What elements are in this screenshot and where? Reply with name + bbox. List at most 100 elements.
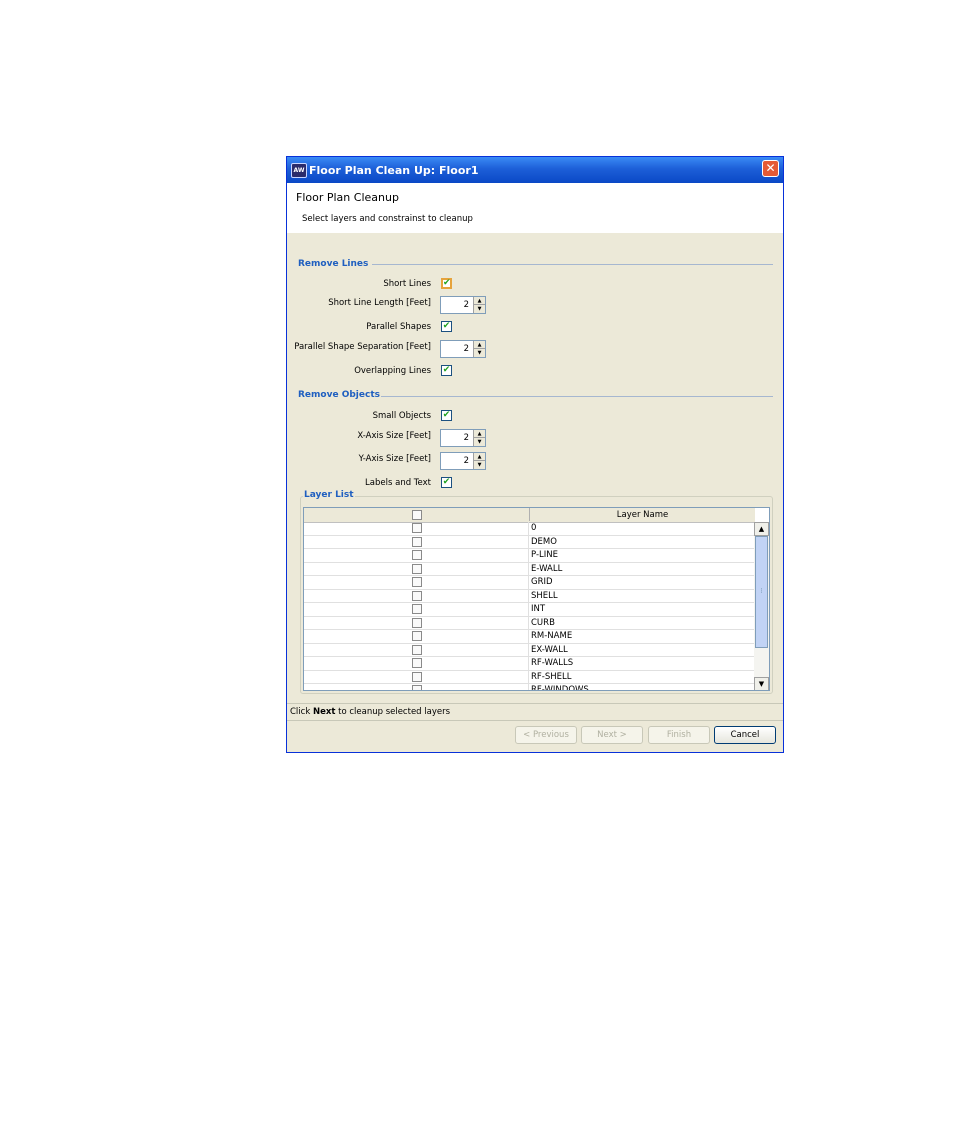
layer-name-cell: E-WALL xyxy=(531,563,563,574)
layer-name-cell: EX-WALL xyxy=(531,644,568,655)
layer-table: Layer Name 0 DEMO P-LINE E-WALL GRID SHELL INT… xyxy=(303,507,770,691)
spin-up-icon[interactable]: ▲ xyxy=(473,453,485,461)
overlapping-lines-label: Overlapping Lines xyxy=(354,366,431,376)
scroll-thumb[interactable]: ⁞ xyxy=(755,536,768,648)
table-row[interactable]: CURB xyxy=(304,616,755,630)
table-row[interactable]: DEMO xyxy=(304,535,755,549)
table-row[interactable]: SHELL xyxy=(304,589,755,603)
parallel-shapes-checkbox[interactable]: ✔ xyxy=(441,321,452,332)
short-lines-label: Short Lines xyxy=(383,279,431,289)
page-title: Floor Plan Cleanup xyxy=(296,191,399,204)
layer-name-header[interactable]: Layer Name xyxy=(530,508,755,521)
table-row[interactable]: RM-NAME xyxy=(304,630,755,644)
layer-rows: 0 DEMO P-LINE E-WALL GRID SHELL INT CURB RM-NAME… xyxy=(304,522,755,691)
table-row[interactable]: P-LINE xyxy=(304,549,755,563)
layer-check-cell xyxy=(304,549,529,562)
layer-checkbox[interactable] xyxy=(412,523,422,533)
parallel-shapes-label: Parallel Shapes xyxy=(366,322,431,332)
layer-check-cell xyxy=(304,630,529,643)
finish-button[interactable]: Finish xyxy=(648,726,710,744)
remove-lines-title: Remove Lines xyxy=(298,259,369,269)
spin-down-icon[interactable]: ▼ xyxy=(473,461,485,469)
layer-check-cell xyxy=(304,589,529,602)
wizard-header: Floor Plan Cleanup Select layers and con… xyxy=(287,183,783,233)
y-axis-size-spinner[interactable]: 2 ▲ ▼ xyxy=(440,452,486,470)
table-row[interactable]: GRID xyxy=(304,576,755,590)
layer-checkbox[interactable] xyxy=(412,617,422,628)
parallel-shape-separation-spinner[interactable]: 2 ▲ ▼ xyxy=(440,340,486,358)
small-objects-label: Small Objects xyxy=(372,411,431,421)
page-subtitle: Select layers and constrainst to cleanup xyxy=(302,214,473,224)
layer-checkbox[interactable] xyxy=(412,536,422,547)
layer-checkbox[interactable] xyxy=(412,604,422,614)
spin-up-icon[interactable]: ▲ xyxy=(473,341,485,349)
status-next-word: Next xyxy=(312,707,336,717)
table-header: Layer Name xyxy=(304,508,755,523)
layer-checkbox[interactable] xyxy=(412,644,422,655)
parallel-shape-separation-label: Parallel Shape Separation [Feet] xyxy=(294,342,431,352)
overlapping-lines-checkbox[interactable]: ✔ xyxy=(441,365,452,376)
status-prefix: Click xyxy=(290,707,313,717)
layer-name-cell: RM-NAME xyxy=(531,631,573,641)
layer-checkbox[interactable] xyxy=(412,577,422,587)
close-icon[interactable]: ✕ xyxy=(762,160,779,177)
select-all-header[interactable] xyxy=(304,508,530,521)
layer-checkbox[interactable] xyxy=(412,590,422,601)
layer-name-cell: RF-SHELL xyxy=(531,671,572,682)
scroll-down-icon[interactable]: ▼ xyxy=(754,677,769,690)
x-axis-size-value: 2 xyxy=(463,433,469,443)
previous-button[interactable]: < Previous xyxy=(515,726,577,744)
select-all-checkbox[interactable] xyxy=(412,510,422,520)
table-row[interactable]: RF-SHELL xyxy=(304,670,755,684)
layer-name-cell: GRID xyxy=(531,577,553,587)
layer-name-cell: P-LINE xyxy=(531,550,558,560)
layer-checkbox[interactable] xyxy=(412,563,422,574)
short-line-length-spinner[interactable]: 2 ▲ ▼ xyxy=(440,296,486,314)
table-row[interactable]: INT xyxy=(304,603,755,617)
layer-check-cell xyxy=(304,684,529,690)
app-icon: AW xyxy=(291,163,307,178)
layer-name-cell: DEMO xyxy=(531,536,557,547)
short-line-length-label: Short Line Length [Feet] xyxy=(328,298,431,308)
status-suffix: to cleanup selected layers xyxy=(335,707,451,717)
layer-scrollbar[interactable]: ▲ ⁞ ▼ xyxy=(754,522,769,690)
remove-objects-divider xyxy=(381,396,773,397)
table-row[interactable]: RF-WALLS xyxy=(304,657,755,671)
spin-down-icon[interactable]: ▼ xyxy=(473,349,485,357)
table-row[interactable]: 0 xyxy=(304,522,755,536)
layer-checkbox[interactable] xyxy=(412,671,422,682)
spin-down-icon[interactable]: ▼ xyxy=(473,305,485,313)
title-bar[interactable]: AW Floor Plan Clean Up: Floor1 ✕ xyxy=(287,157,783,183)
window-title: Floor Plan Clean Up: Floor1 xyxy=(309,164,479,177)
x-axis-size-spinner[interactable]: 2 ▲ ▼ xyxy=(440,429,486,447)
table-row[interactable]: EX-WALL xyxy=(304,643,755,657)
small-objects-checkbox[interactable]: ✔ xyxy=(441,410,452,421)
y-axis-size-label: Y-Axis Size [Feet] xyxy=(358,454,431,464)
layer-check-cell xyxy=(304,670,529,683)
table-row[interactable]: RF-WINDOWS xyxy=(304,684,755,691)
cancel-button[interactable]: Cancel xyxy=(714,726,776,744)
labels-and-text-checkbox[interactable]: ✔ xyxy=(441,477,452,488)
layer-name-cell: SHELL xyxy=(531,590,558,601)
spin-up-icon[interactable]: ▲ xyxy=(473,430,485,438)
layer-checkbox[interactable] xyxy=(412,631,422,641)
layer-checkbox[interactable] xyxy=(412,658,422,668)
layer-name-cell: INT xyxy=(531,604,546,614)
cleanup-dialog: AW Floor Plan Clean Up: Floor1 ✕ Floor P… xyxy=(286,156,784,753)
labels-and-text-label: Labels and Text xyxy=(365,478,431,488)
layer-check-cell xyxy=(304,616,529,629)
layer-check-cell xyxy=(304,576,529,589)
layer-checkbox[interactable] xyxy=(412,685,422,690)
layer-list-title: Layer List xyxy=(303,490,355,500)
next-button[interactable]: Next > xyxy=(581,726,643,744)
layer-check-cell xyxy=(304,522,529,535)
table-row[interactable]: E-WALL xyxy=(304,562,755,576)
layer-name-cell: RF-WINDOWS xyxy=(531,685,589,691)
scroll-up-icon[interactable]: ▲ xyxy=(754,522,769,536)
spin-down-icon[interactable]: ▼ xyxy=(473,438,485,446)
layer-check-cell xyxy=(304,603,529,616)
spin-up-icon[interactable]: ▲ xyxy=(473,297,485,305)
short-lines-checkbox[interactable]: ✔ xyxy=(441,278,452,289)
layer-name-cell: CURB xyxy=(531,617,555,628)
layer-checkbox[interactable] xyxy=(412,550,422,560)
